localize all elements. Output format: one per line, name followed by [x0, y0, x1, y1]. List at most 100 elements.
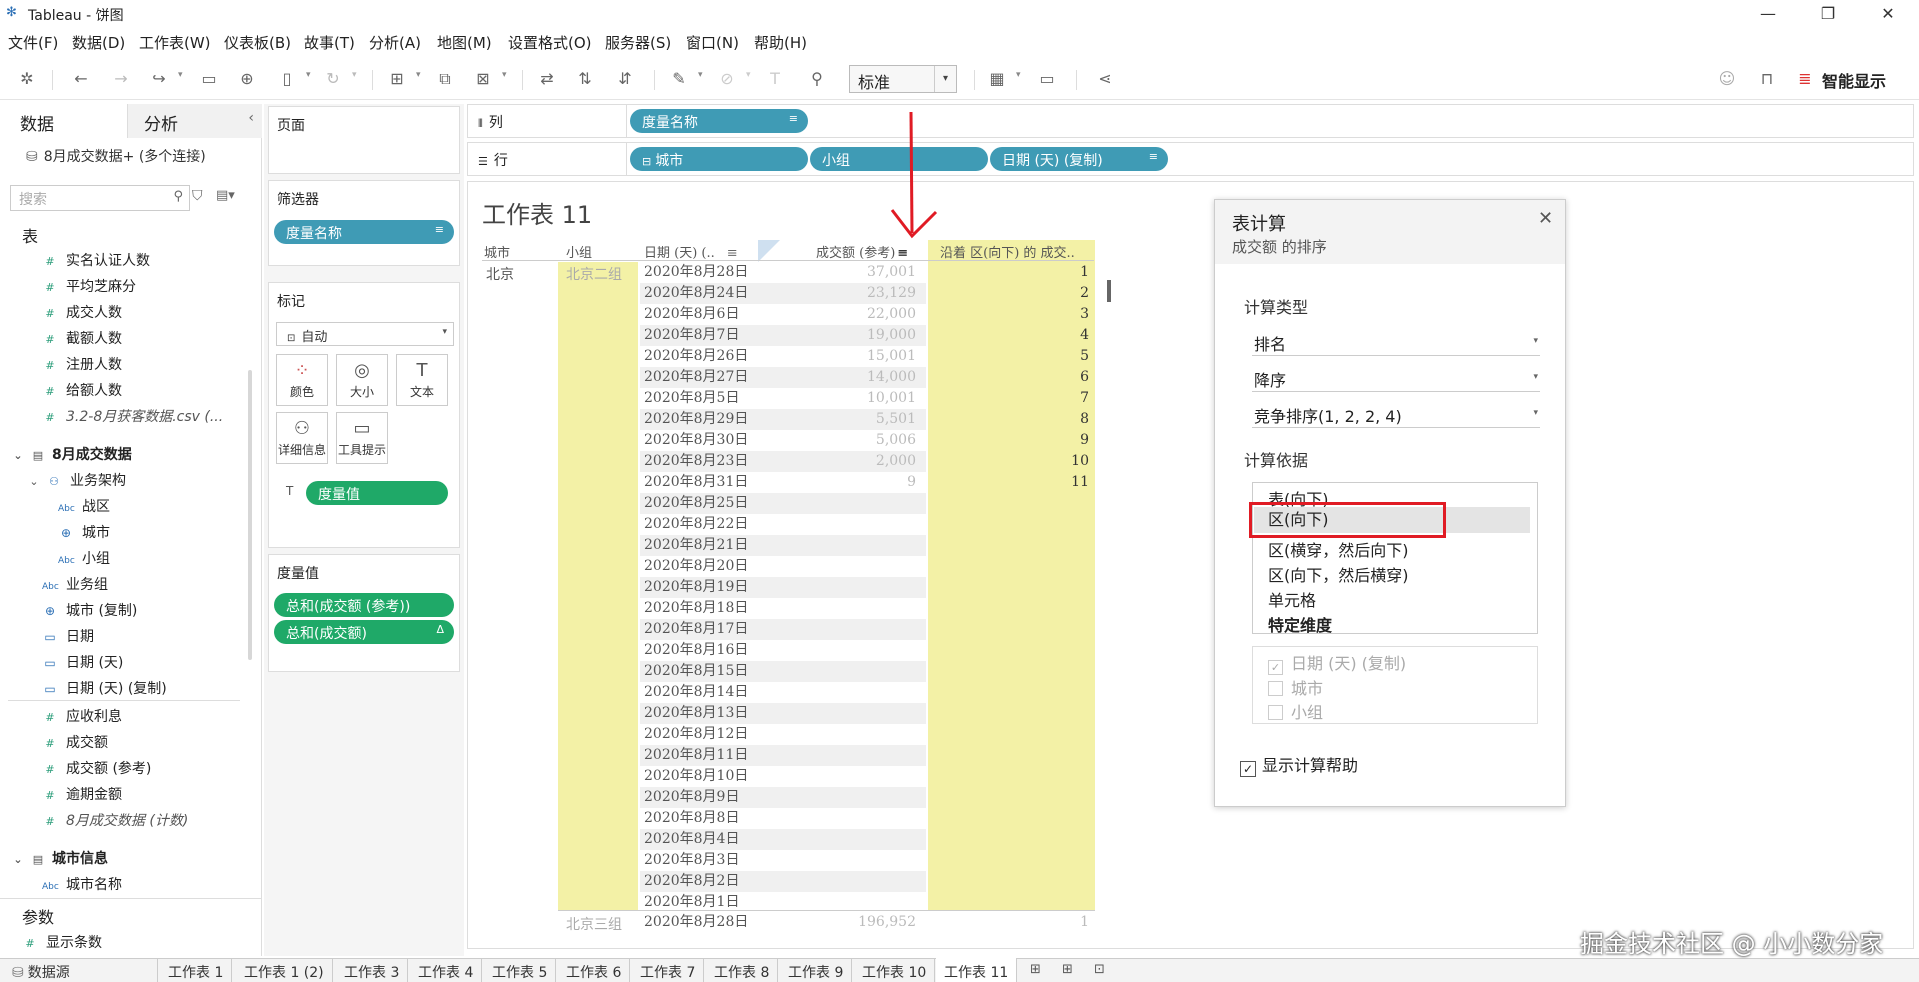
date-cell[interactable]: 2020年8月4日 [640, 829, 758, 850]
field-item[interactable]: # 成交额 [42, 732, 108, 752]
menu-window[interactable]: 窗口(N) [686, 32, 739, 53]
field-item[interactable]: # 应收利息 [42, 706, 122, 726]
field-item[interactable]: Abc 小组 [58, 548, 110, 568]
text-button[interactable]: T 文本 [396, 354, 448, 406]
field-item[interactable]: # 逾期金额 [42, 784, 122, 804]
field-item[interactable]: ⊕ 城市 [58, 522, 110, 542]
value-cell[interactable]: 5,501 [760, 409, 924, 430]
highlight-icon[interactable]: ✎ [668, 68, 690, 90]
menu-format[interactable]: 设置格式(O) [508, 32, 592, 53]
sheet-tab[interactable]: 工作表 6 [558, 958, 631, 982]
tab-analysis[interactable]: 分析 ‹ [128, 104, 262, 138]
date-cell[interactable]: 2020年8月14日 [640, 682, 758, 703]
value-cell[interactable]: 37,001 [760, 262, 924, 283]
value-cell[interactable]: 5,006 [760, 430, 924, 451]
date-cell[interactable]: 2020年8月7日 [640, 325, 758, 346]
refresh-icon[interactable]: ↻ [322, 68, 344, 90]
order-select[interactable]: 降序 ▾ [1252, 364, 1540, 392]
date-cell[interactable]: 2020年8月28日 [640, 262, 758, 283]
field-item[interactable]: # 注册人数 [42, 354, 122, 374]
date-cell[interactable]: 2020年8月10日 [640, 766, 758, 787]
menu-story[interactable]: 故事(T) [304, 32, 355, 53]
menu-worksheet[interactable]: 工作表(W) [139, 32, 211, 53]
field-item[interactable]: Abc 城市名称 [42, 874, 122, 894]
parameter-item[interactable]: # 显示条数 [22, 932, 102, 952]
group-cell[interactable]: 北京三组 [566, 914, 622, 934]
date-cell[interactable]: 2020年8月11日 [640, 745, 758, 766]
rank-cell[interactable]: 1 [928, 912, 1093, 933]
date-cell[interactable]: 2020年8月2日 [640, 871, 758, 892]
date-cell[interactable]: 2020年8月5日 [640, 388, 758, 409]
date-cell[interactable]: 2020年8月26日 [640, 346, 758, 367]
compute-option[interactable]: 特定维度 [1268, 612, 1332, 636]
sheet-tab[interactable]: 工作表 9 [780, 958, 853, 982]
color-button[interactable]: ⁘ 颜色 [276, 354, 328, 406]
city-cell[interactable]: 北京 [486, 264, 514, 284]
value-cell[interactable]: 14,000 [760, 367, 924, 388]
field-item[interactable]: # 成交额 (参考) [42, 758, 151, 778]
header-date[interactable]: 日期 (天) (.. ≡ [644, 242, 738, 261]
sheet-tab[interactable]: 工作表 5 [484, 958, 557, 982]
show-me-icon[interactable]: ≣ [1794, 68, 1816, 90]
scrollbar[interactable] [248, 370, 252, 660]
date-cell[interactable]: 2020年8月28日 [640, 912, 758, 933]
show-me-button[interactable]: 智能显示 [1822, 68, 1886, 92]
new-dashboard-icon[interactable]: ⊞ [1062, 962, 1073, 977]
fit-select[interactable]: 标准 ▾ [849, 65, 957, 93]
date-cell[interactable]: 2020年8月17日 [640, 619, 758, 640]
dimension-checkbox[interactable]: 城市 [1268, 675, 1323, 699]
value-cell[interactable]: 9 [760, 472, 924, 493]
row-pill[interactable]: ⊟ 城市 [630, 147, 808, 171]
menu-file[interactable]: 文件(F) [8, 32, 58, 53]
field-search-input[interactable]: 搜索 ⚲ [10, 185, 190, 211]
collapse-icon[interactable]: ‹ [248, 110, 254, 126]
replay-icon[interactable]: ↪ [148, 68, 170, 90]
tab-datasource[interactable]: ⛁ 数据源 [0, 958, 158, 982]
new-worksheet-icon[interactable]: ⊞ [386, 68, 408, 90]
field-item[interactable]: # 成交人数 [42, 302, 122, 322]
view-options-icon[interactable]: ▤▾ [216, 188, 235, 203]
rank-mode-select[interactable]: 竞争排序(1, 2, 2, 4) ▾ [1252, 400, 1540, 428]
labels-icon[interactable]: T [764, 68, 786, 90]
value-cell[interactable]: 22,000 [760, 304, 924, 325]
size-button[interactable]: ◎ 大小 [336, 354, 388, 406]
date-cell[interactable]: 2020年8月8日 [640, 808, 758, 829]
field-item[interactable]: ▭ 日期 (天) [42, 652, 123, 672]
show-calc-help-checkbox[interactable]: ✓ 显示计算帮助 [1240, 752, 1358, 777]
date-cell[interactable]: 2020年8月29日 [640, 409, 758, 430]
field-item[interactable]: # 截额人数 [42, 328, 122, 348]
menu-data[interactable]: 数据(D) [72, 32, 125, 53]
date-cell[interactable]: 2020年8月19日 [640, 577, 758, 598]
group-cell[interactable]: 北京二组 [566, 264, 622, 284]
save-icon[interactable]: ▭ [198, 68, 220, 90]
date-cell[interactable]: 2020年8月24日 [640, 283, 758, 304]
dimension-checkbox[interactable]: ✓ 日期 (天) (复制) [1268, 650, 1406, 675]
section-city-info[interactable]: ⌄ ▤ 城市信息 [10, 848, 108, 868]
value-cell[interactable]: 196,952 [760, 912, 924, 933]
field-item[interactable]: Abc 业务组 [42, 574, 108, 594]
sheet-tab-active[interactable]: 工作表 11 [936, 958, 1018, 982]
filter-pill[interactable]: 度量名称 ≡ [274, 220, 454, 244]
field-item[interactable]: Abc 战区 [58, 496, 110, 516]
date-cell[interactable]: 2020年8月18日 [640, 598, 758, 619]
date-cell[interactable]: 2020年8月27日 [640, 367, 758, 388]
rank-cell[interactable]: 10 [928, 451, 1093, 472]
value-cell[interactable]: 23,129 [760, 283, 924, 304]
value-cell[interactable]: 19,000 [760, 325, 924, 346]
format-painter-icon[interactable]: ⊓ [1756, 68, 1778, 90]
rank-cell[interactable]: 2 [928, 283, 1093, 304]
detail-button[interactable]: ⚇ 详细信息 [276, 412, 328, 464]
sheet-tab[interactable]: 工作表 3 [336, 958, 409, 982]
field-item[interactable]: ⊕ 城市 (复制) [42, 600, 137, 620]
new-story-icon[interactable]: ⊡ [1094, 962, 1105, 977]
sheet-tab[interactable]: 工作表 4 [410, 958, 483, 982]
sheet-tab[interactable]: 工作表 1 (2) [236, 958, 333, 982]
header-value-ref[interactable]: 成交额 (参考) ≡ [816, 242, 908, 261]
date-cell[interactable]: 2020年8月31日 [640, 472, 758, 493]
sort-ascending-icon[interactable]: ⇅ [574, 68, 596, 90]
field-item[interactable]: #3.2-8月获客数据.csv (... [42, 406, 223, 426]
date-cell[interactable]: 2020年8月9日 [640, 787, 758, 808]
datasource-connection[interactable]: ⛁ 8月成交数据+ (多个连接) [26, 146, 206, 166]
sort-descending-icon[interactable]: ≡ [897, 246, 908, 261]
rank-cell[interactable]: 5 [928, 346, 1093, 367]
